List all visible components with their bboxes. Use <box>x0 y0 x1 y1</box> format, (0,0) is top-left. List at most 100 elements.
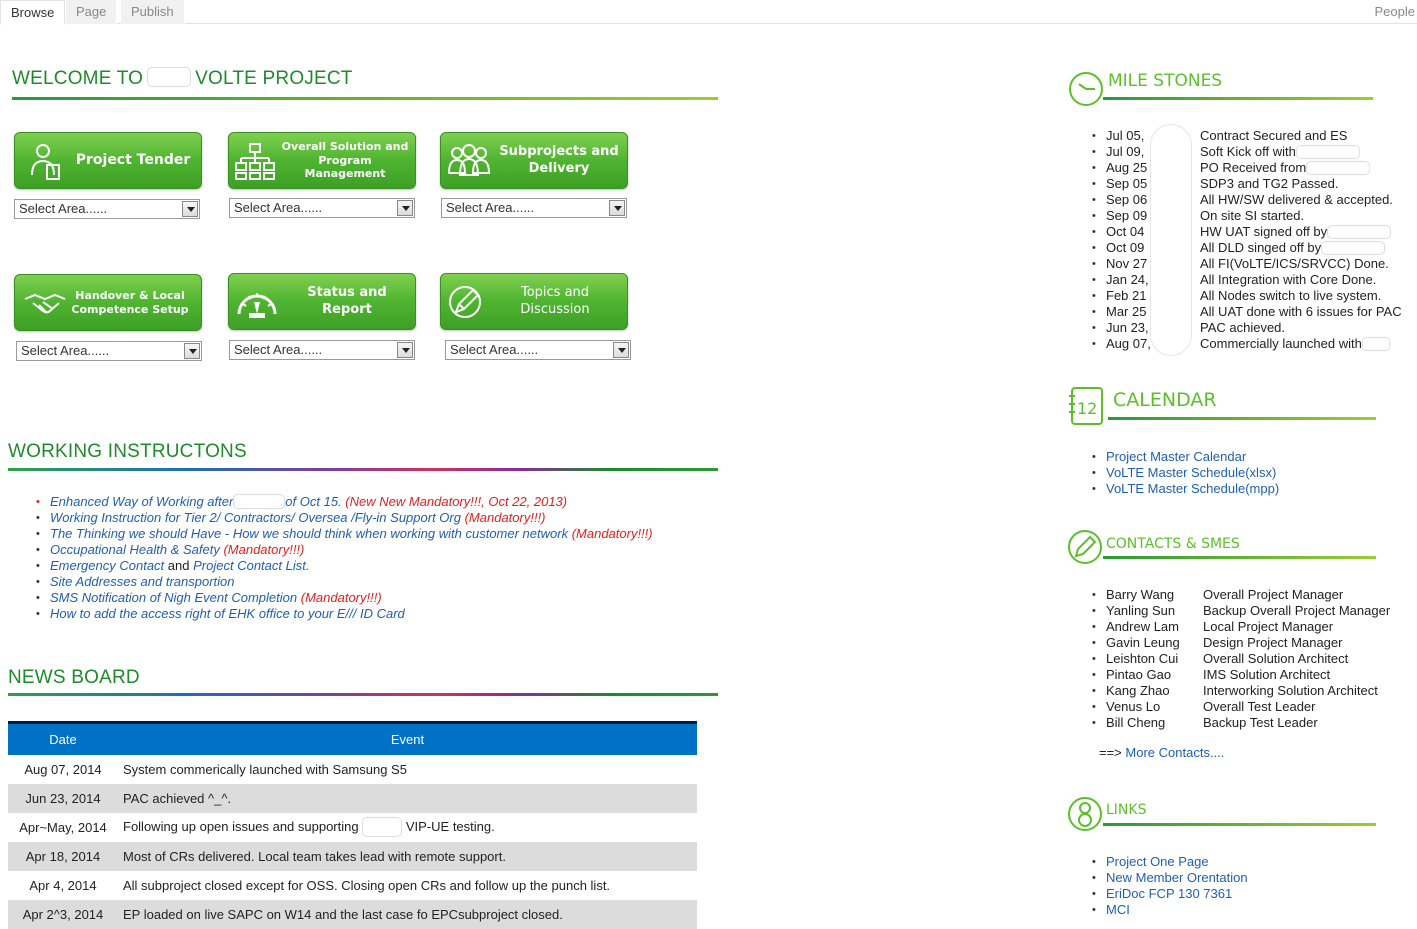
redacted-box <box>1295 145 1360 159</box>
milestone-text: Contract Secured and ES <box>1200 128 1348 143</box>
people-link[interactable]: People <box>1375 0 1415 24</box>
table-row: Apr 18, 2014 Most of CRs delivered. Loca… <box>8 841 697 871</box>
tile-topics[interactable]: Topics and Discussion <box>440 273 628 330</box>
resource-link[interactable]: New Member Orentation <box>1106 870 1248 885</box>
list-item: VoLTE Master Schedule(mpp) <box>1092 481 1279 497</box>
select-area-topics[interactable]: Select Area...... <box>445 340 631 360</box>
news-board-title: NEWS BOARD <box>8 667 140 688</box>
news-date: Jun 23, 2014 <box>8 783 118 813</box>
list-item: Andrew Lam Local Project Manager <box>1092 619 1390 635</box>
list-item: VoLTE Master Schedule(xlsx) <box>1092 465 1279 481</box>
list-item: Project One Page <box>1092 854 1248 870</box>
news-date: Apr 4, 2014 <box>29 877 97 893</box>
more-contacts-arrow: ==> <box>1099 745 1122 760</box>
tile-label: Topics and Discussion <box>520 285 590 317</box>
milestone-text: Commercially launched with <box>1200 336 1362 351</box>
instruction-link[interactable]: How to add the access right of EHK offic… <box>50 606 405 621</box>
milestone-date: Sep 05 <box>1106 176 1148 191</box>
chevron-down-icon[interactable] <box>182 201 198 217</box>
news-event: EP loaded on live SAPC on W14 and the la… <box>118 899 697 929</box>
list-item: Jan 24, All Integration with Core Done. <box>1092 272 1402 288</box>
calendar-icon: 12 <box>1069 387 1103 425</box>
instruction-link[interactable]: Working Instruction for Tier 2/ Contract… <box>50 510 461 525</box>
milestone-date: Feb 21 <box>1106 288 1147 303</box>
chevron-down-icon[interactable] <box>613 342 629 358</box>
list-item: Pintao Gao IMS Solution Architect <box>1092 667 1390 683</box>
list-item: Kang Zhao Interworking Solution Architect <box>1092 683 1390 699</box>
tile-label: Project Tender <box>75 151 191 168</box>
section-divider <box>8 693 718 696</box>
news-event: All subproject closed except for OSS. Cl… <box>123 877 611 893</box>
instruction-link[interactable]: Emergency Contact <box>50 558 164 573</box>
list-item: Oct 09 All DLD singed off by <box>1092 240 1402 256</box>
milestone-text: On site SI started. <box>1200 208 1305 223</box>
redacted-box <box>1321 241 1386 255</box>
tab-browse[interactable]: Browse <box>0 0 66 25</box>
mandatory-note: (Mandatory!!!) <box>223 542 305 557</box>
list-item: Oct 04 HW UAT signed off by <box>1092 224 1402 240</box>
chevron-down-icon[interactable] <box>397 342 413 358</box>
calendar-link[interactable]: VoLTE Master Schedule(xlsx) <box>1106 465 1276 480</box>
instruction-link[interactable]: Project Contact List. <box>193 558 309 573</box>
chevron-down-icon[interactable] <box>397 200 413 216</box>
tile-project-tender[interactable]: Project Tender <box>14 132 202 189</box>
tile-handover[interactable]: Handover & Local Competence Setup <box>14 274 202 331</box>
mandatory-note: (Mandatory!!!) <box>571 526 653 541</box>
contact-role: Overall Test Leader <box>1203 699 1316 714</box>
list-item: Bill Cheng Backup Test Leader <box>1092 715 1390 731</box>
milestone-text: PO Received from <box>1200 160 1307 175</box>
calendar-link[interactable]: VoLTE Master Schedule(mpp) <box>1106 481 1279 496</box>
tab-page[interactable]: Page <box>66 0 118 24</box>
select-area-subprojects[interactable]: Select Area...... <box>441 198 627 218</box>
instruction-link[interactable]: The Thinking we should Have - How we sho… <box>50 526 568 541</box>
tile-subprojects[interactable]: Subprojects and Delivery <box>440 132 628 189</box>
list-item: Gavin Leung Design Project Manager <box>1092 635 1390 651</box>
select-value: Select Area...... <box>21 343 110 358</box>
redacted-box <box>1327 225 1392 239</box>
resource-link[interactable]: Project One Page <box>1106 854 1209 869</box>
news-date: Aug 07, 2014 <box>24 761 102 777</box>
tab-publish[interactable]: Publish <box>121 0 185 24</box>
more-contacts-link[interactable]: More Contacts.... <box>1125 745 1224 760</box>
instruction-link[interactable]: Enhanced Way of Working after <box>50 494 233 509</box>
calendar-list: Project Master Calendar VoLTE Master Sch… <box>1092 449 1279 497</box>
contact-name: Bill Cheng <box>1106 715 1166 730</box>
tile-label: Subprojects and Delivery <box>499 144 619 176</box>
section-underline <box>1103 97 1373 100</box>
page-title: WELCOME TO VOLTE PROJECT <box>12 67 353 90</box>
redacted-box <box>1361 337 1390 351</box>
instruction-link[interactable]: of Oct 15. <box>285 494 341 509</box>
list-item: Venus Lo Overall Test Leader <box>1092 699 1390 715</box>
instruction-link[interactable]: Occupational Health & Safety <box>50 542 220 557</box>
select-area-status[interactable]: Select Area...... <box>229 340 415 360</box>
milestones-list: Jul 05, Contract Secured and ES Jul 09, So… <box>1092 128 1402 352</box>
resource-link[interactable]: EriDoc FCP 130 7361 <box>1106 886 1232 901</box>
news-table: Date Event Aug 07, 2014 System commerica… <box>8 721 697 929</box>
select-area-solution[interactable]: Select Area...... <box>229 198 415 218</box>
table-row: Apr~May, 2014 Following up open issues a… <box>8 813 697 842</box>
chevron-down-icon[interactable] <box>609 200 625 216</box>
tile-overall-solution[interactable]: Overall Solution and Program Management <box>228 132 416 189</box>
instruction-link[interactable]: SMS Notification of Nigh Event Completio… <box>50 590 297 605</box>
contact-name: Pintao Gao <box>1106 667 1172 682</box>
instruction-link[interactable]: Site Addresses and transportion <box>50 574 235 589</box>
chevron-down-icon[interactable] <box>184 343 200 359</box>
list-item: Yanling Sun Backup Overall Project Manage… <box>1092 603 1390 619</box>
select-area-tender[interactable]: Select Area...... <box>14 199 200 219</box>
event-text: Following up open issues and supporting <box>123 819 359 834</box>
table-header: Date Event <box>8 721 697 755</box>
news-date: Apr 2^3, 2014 <box>8 899 118 929</box>
table-row: Aug 07, 2014 System commerically launche… <box>8 755 697 784</box>
milestones-title: MILE STONES <box>1108 71 1223 91</box>
tile-status-report[interactable]: Status and Report <box>228 273 416 330</box>
working-instructions-title: WORKING INSTRUCTONS <box>8 441 247 462</box>
calendar-link[interactable]: Project Master Calendar <box>1106 449 1246 464</box>
list-item: Project Master Calendar <box>1092 449 1279 465</box>
select-area-handover[interactable]: Select Area...... <box>16 341 202 361</box>
news-event: Following up open issues and supporting … <box>118 813 697 842</box>
resource-link[interactable]: MCI <box>1106 902 1130 917</box>
list-item: Working Instruction for Tier 2/ Contract… <box>36 510 653 526</box>
conjunction-text: and <box>167 558 190 573</box>
milestone-date: Oct 04 <box>1106 224 1145 239</box>
milestone-text: All Integration with Core Done. <box>1200 272 1377 287</box>
